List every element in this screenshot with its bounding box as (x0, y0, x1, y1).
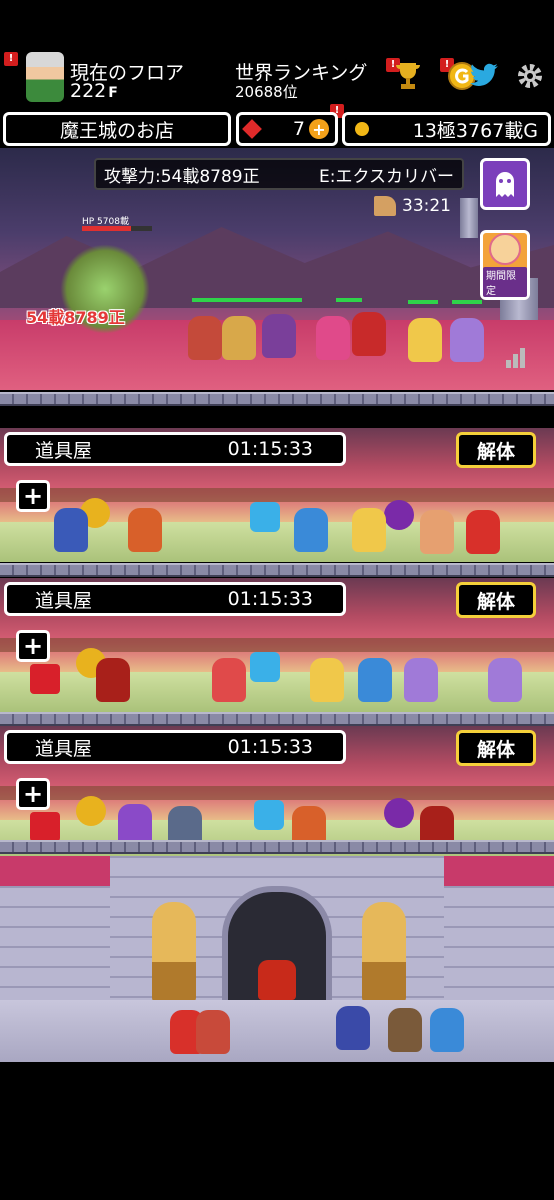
party-hero (352, 312, 386, 356)
shop-customer (96, 658, 130, 702)
player-avatar[interactable] (26, 52, 64, 102)
divider-rail (0, 712, 554, 726)
shop-panel[interactable]: 道具屋 01:15:33 解体 + (0, 428, 554, 562)
attack-power: 攻撃力:54載8789正 (104, 166, 260, 187)
golden-statue (362, 902, 406, 1002)
equipped-weapon: E:エクスカリバー (319, 166, 454, 187)
shop-type: 道具屋 (35, 439, 93, 462)
golden-statue (152, 902, 196, 1002)
crystal-item (250, 652, 280, 682)
gem-icon (242, 119, 262, 139)
party-hero (262, 314, 296, 358)
crystal-item (250, 502, 280, 532)
shop-name: 魔王城のお店 (59, 119, 174, 142)
gem-counter: 7 + (236, 112, 338, 146)
shop-customer (466, 510, 500, 554)
add-gem-button[interactable]: + (309, 119, 329, 139)
enemy-hp-fill (82, 226, 131, 231)
gem-count: 7 (292, 118, 305, 140)
party-hero (188, 316, 222, 360)
castle-visitor (430, 1008, 464, 1052)
stats-chart-icon[interactable] (506, 348, 530, 368)
ghost-button[interactable] (480, 158, 530, 210)
shop-title-bar: 道具屋 01:15:33 (4, 730, 346, 764)
damage-number: 54載8789正 (26, 308, 125, 327)
shop-timer: 01:15:33 (227, 588, 313, 610)
dismantle-button[interactable]: 解体 (456, 730, 536, 766)
shop-customer (420, 510, 454, 554)
dismantle-button[interactable]: 解体 (456, 432, 536, 468)
shop-title-bar: 道具屋 01:15:33 (4, 582, 346, 616)
divider-rail (0, 392, 554, 406)
shop-shelf (0, 488, 554, 502)
event-character-icon (489, 233, 521, 265)
shop-customer (310, 658, 344, 702)
party-hp-bar (336, 298, 362, 302)
gold-counter: 13極3767載G (342, 112, 551, 146)
party-hero (450, 318, 484, 362)
boot-icon (374, 196, 396, 216)
castle-entrance[interactable] (0, 856, 554, 1062)
add-item-button[interactable]: + (16, 630, 50, 662)
divider-rail (0, 563, 554, 577)
ranking-value: 20688位 (235, 83, 298, 101)
shop-timer: 01:15:33 (227, 736, 313, 758)
coin-icon (355, 122, 369, 136)
shop-customer (358, 658, 392, 702)
speed-boost-timer: 33:21 (374, 196, 451, 216)
shop-customer (128, 508, 162, 552)
shop-name-bar[interactable]: 魔王城のお店 (3, 112, 231, 146)
dismantle-button[interactable]: 解体 (456, 582, 536, 618)
notification-badge: ! (4, 52, 18, 66)
demon-lord (258, 960, 296, 1000)
castle-wall (0, 886, 110, 1006)
battle-scene[interactable]: 攻撃力:54載8789正 E:エクスカリバー 33:21 期間限定 HP 570… (0, 148, 554, 390)
gold-coin-item (76, 796, 106, 826)
top-header: ! 現在のフロア 222 F 世界ランキング 20688位 ! ! 魔王城のお店 … (0, 0, 554, 146)
party-hero (316, 316, 350, 360)
shop-customer (404, 658, 438, 702)
castle-wall (444, 886, 554, 1006)
party-hero (222, 316, 256, 360)
add-item-button[interactable]: + (16, 778, 50, 810)
castle-floor (0, 1000, 554, 1062)
twitter-bird-icon[interactable] (466, 58, 502, 94)
enemy-hp-bar (82, 226, 152, 231)
party-hp-bar (452, 300, 482, 304)
party-hp-bar (192, 298, 302, 302)
red-heels-item (30, 812, 60, 842)
limited-event-button[interactable]: 期間限定 (480, 230, 530, 300)
crystal-item (254, 800, 284, 830)
shop-customer (54, 508, 88, 552)
shop-title-bar: 道具屋 01:15:33 (4, 432, 346, 466)
shop-panel[interactable]: 道具屋 01:15:33 解体 + (0, 578, 554, 712)
gear-icon[interactable] (512, 58, 548, 94)
castle-visitor (336, 1006, 370, 1050)
red-heels-item (30, 664, 60, 694)
floor-value: 222 F (70, 80, 118, 102)
stone-pillar (460, 198, 478, 238)
party-hero (408, 318, 442, 362)
floor-number: 222 (70, 80, 107, 102)
add-item-button[interactable]: + (16, 480, 50, 512)
event-label: 期間限定 (483, 267, 527, 297)
floor-unit: F (108, 85, 118, 101)
shop-customer (352, 508, 386, 552)
shop-customer (294, 508, 328, 552)
gem-item (384, 798, 414, 828)
shop-type: 道具屋 (35, 737, 93, 760)
shop-type: 道具屋 (35, 589, 93, 612)
gold-amount: 13極3767載G (412, 119, 538, 142)
attack-banner: 攻撃力:54載8789正 E:エクスカリバー (94, 158, 464, 190)
castle-visitor (196, 1010, 230, 1054)
boost-timer: 33:21 (402, 196, 451, 216)
divider-rail (0, 840, 554, 854)
shop-customer (212, 658, 246, 702)
shop-timer: 01:15:33 (227, 438, 313, 460)
castle-visitor (388, 1008, 422, 1052)
gem-item (384, 500, 414, 530)
party-hp-bar (408, 300, 438, 304)
trophy-icon[interactable] (390, 58, 426, 94)
shop-customer (488, 658, 522, 702)
